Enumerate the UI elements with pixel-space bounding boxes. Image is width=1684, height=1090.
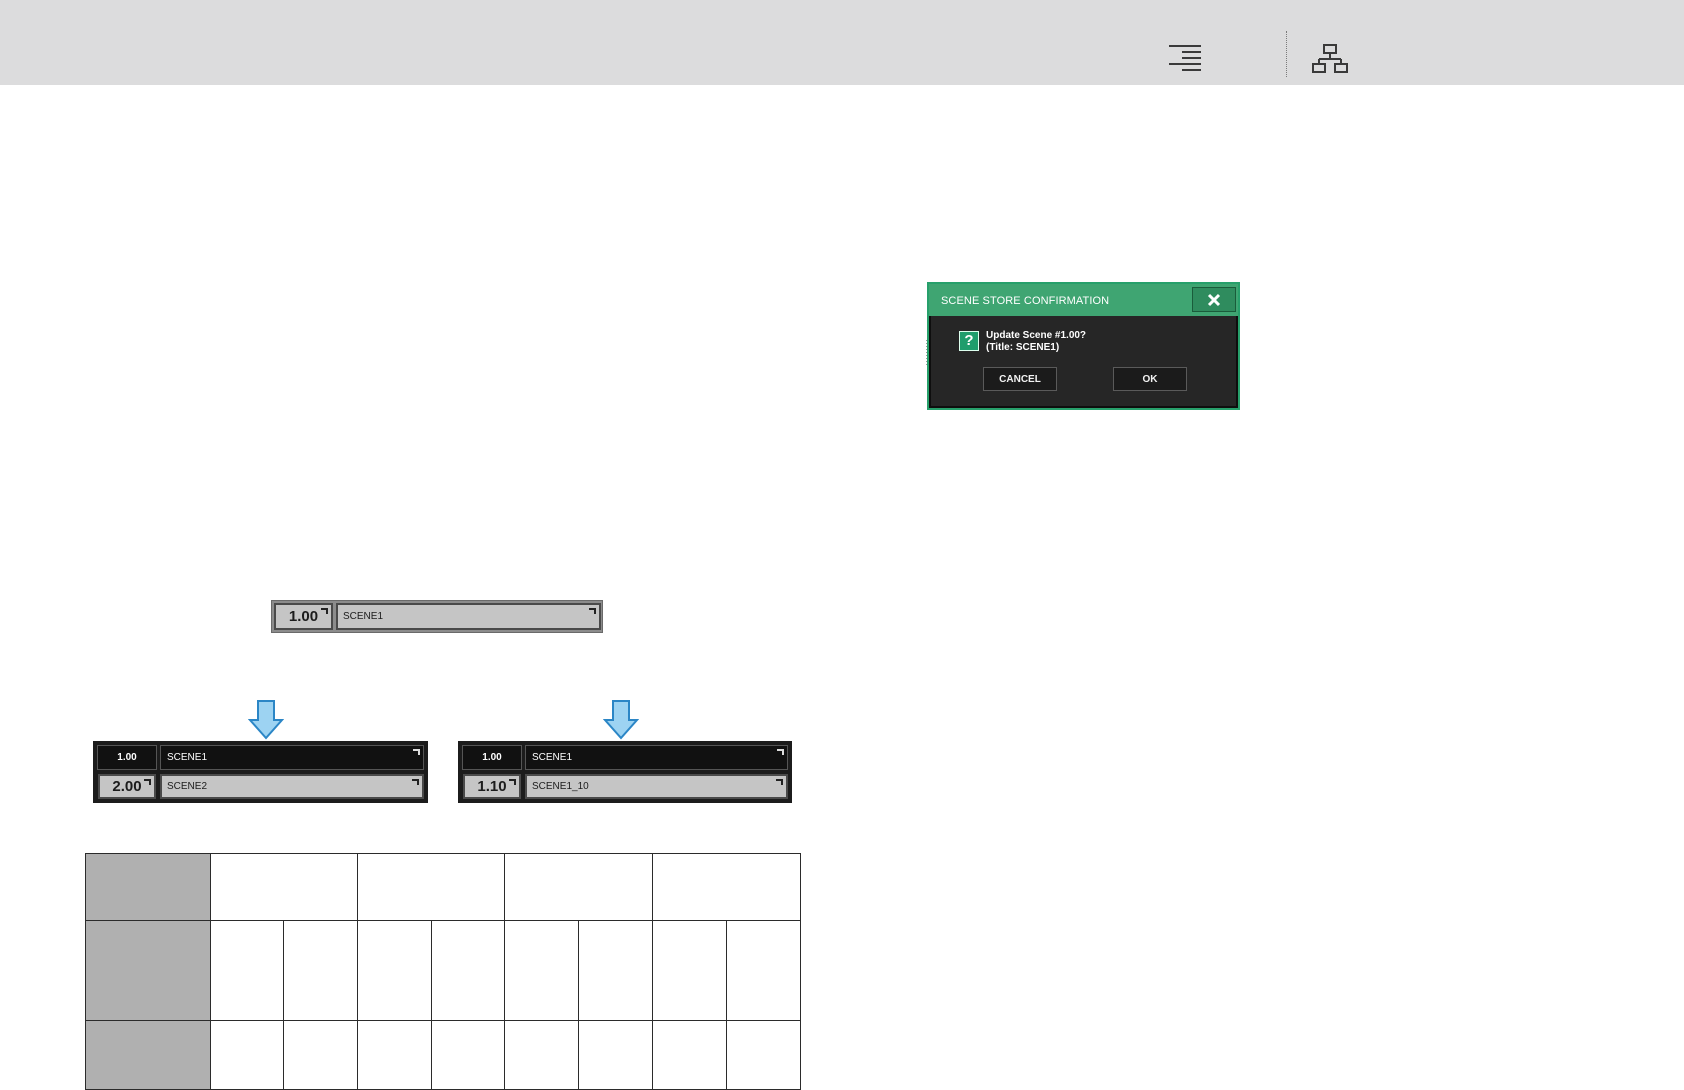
top-bar	[0, 0, 1684, 85]
top-scene-title: SCENE1	[525, 745, 788, 770]
table-header-cell	[85, 853, 211, 921]
new-scene-title: SCENE1_10	[532, 781, 589, 792]
table-cell	[431, 920, 505, 1021]
new-scene-title-field[interactable]: SCENE1_10	[525, 774, 788, 799]
dialog-message: Update Scene #1.00? (Title: SCENE1)	[986, 330, 1086, 354]
table-cell	[210, 920, 284, 1021]
table-row	[85, 1020, 801, 1090]
cancel-button[interactable]: CANCEL	[983, 367, 1057, 391]
top-scene-number: 1.00	[462, 745, 522, 770]
down-arrow-icon	[248, 700, 284, 740]
table-cell	[578, 1020, 653, 1090]
corner-marker-icon	[412, 779, 419, 785]
corner-marker-icon	[777, 749, 784, 755]
table-cell	[210, 853, 358, 921]
scene-number-field[interactable]: 1.00	[274, 603, 333, 630]
table-cell	[504, 853, 653, 921]
close-icon	[1207, 293, 1221, 306]
corner-marker-icon	[776, 779, 783, 785]
new-scene-number: 1.10	[477, 778, 507, 795]
new-scene-title-field[interactable]: SCENE2	[160, 774, 424, 799]
sitemap-hierarchy-icon[interactable]	[1312, 44, 1348, 74]
table-cell	[578, 920, 653, 1021]
result-left-widget: 1.00 SCENE1 2.00 SCENE2	[93, 741, 428, 803]
scene-title: SCENE1	[343, 611, 384, 622]
table-cell	[210, 1020, 284, 1090]
corner-marker-icon	[144, 779, 151, 785]
table-cell	[504, 1020, 579, 1090]
new-scene-title: SCENE2	[167, 781, 208, 792]
corner-marker-icon	[509, 779, 516, 785]
message-line-1: Update Scene #1.00?	[986, 330, 1087, 341]
table-header-cell	[85, 1020, 211, 1090]
corner-marker-icon	[413, 749, 420, 755]
question-icon: ?	[959, 331, 979, 351]
top-scene-title-text: SCENE1	[532, 752, 573, 763]
dialog-header: SCENE STORE CONFIRMATION	[929, 284, 1238, 316]
result-right-widget: 1.00 SCENE1 1.10 SCENE1_10	[458, 741, 792, 803]
scene-title-field[interactable]: SCENE1	[336, 603, 601, 630]
top-scene-title: SCENE1	[160, 745, 424, 770]
top-scene-number: 1.00	[97, 745, 157, 770]
table-cell	[652, 853, 801, 921]
dialog-body: ? Update Scene #1.00? (Title: SCENE1) CA…	[931, 316, 1236, 406]
table-cell	[504, 920, 579, 1021]
ok-button[interactable]: OK	[1113, 367, 1187, 391]
table-cell	[726, 920, 801, 1021]
table-cell	[357, 1020, 432, 1090]
table-cell	[357, 853, 505, 921]
message-line-2: (Title: SCENE1)	[986, 342, 1060, 353]
table-cell	[283, 1020, 358, 1090]
corner-marker-icon	[321, 608, 328, 614]
scene-store-dialog: SCENE STORE CONFIRMATION ? Update Scene …	[927, 282, 1240, 410]
table-cell	[652, 1020, 727, 1090]
new-scene-number-field[interactable]: 2.00	[98, 774, 156, 799]
align-right-lines-icon[interactable]	[1168, 44, 1202, 72]
table-cell	[283, 920, 358, 1021]
corner-marker-icon	[589, 608, 596, 614]
down-arrow-icon	[603, 700, 639, 740]
top-scene-title-text: SCENE1	[167, 752, 208, 763]
toolbar-divider	[1286, 31, 1287, 77]
dialog-title: SCENE STORE CONFIRMATION	[941, 295, 1110, 307]
current-scene-widget: 1.00 SCENE1	[271, 600, 603, 633]
table-header-cell	[85, 920, 211, 1021]
table-cell	[652, 920, 727, 1021]
new-scene-number: 2.00	[112, 778, 142, 795]
table-cell	[357, 920, 432, 1021]
table-cell	[431, 1020, 505, 1090]
reference-table	[85, 853, 801, 1090]
scene-number: 1.00	[288, 608, 319, 625]
table-row	[85, 853, 801, 921]
close-button[interactable]	[1192, 287, 1236, 312]
table-row	[85, 920, 801, 1021]
new-scene-number-field[interactable]: 1.10	[463, 774, 521, 799]
table-cell	[726, 1020, 801, 1090]
